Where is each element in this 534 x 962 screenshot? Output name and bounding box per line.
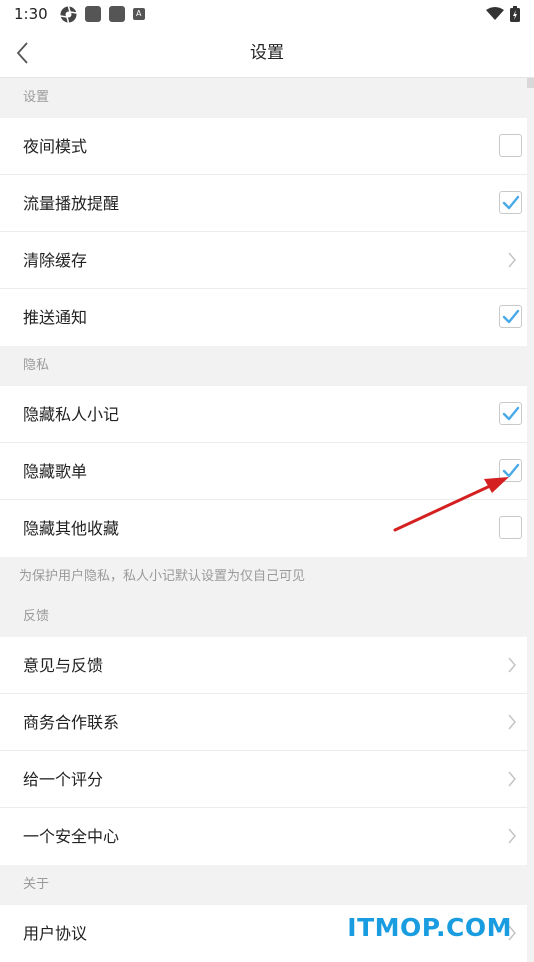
scrollbar[interactable] <box>527 78 534 950</box>
sync-icon <box>60 5 77 23</box>
row-label: 一个安全中心 <box>23 827 120 846</box>
scrollbar-thumb[interactable] <box>527 78 534 88</box>
row-label: 商务合作联系 <box>23 713 120 732</box>
row-label: 推送通知 <box>23 308 88 327</box>
settings-list: 设置 夜间模式 流量播放提醒 清除缓存 推送通知 隐私 隐藏私人小记 隐藏歌单 … <box>0 78 527 962</box>
row-hide-other-favorites[interactable]: 隐藏其他收藏 <box>0 500 527 557</box>
privacy-note: 为保护用户隐私，私人小记默认设置为仅自己可见 <box>0 557 527 597</box>
data-playback-alert-checkbox[interactable] <box>499 191 522 214</box>
row-label: 隐藏其他收藏 <box>23 519 120 538</box>
row-label: 隐藏私人小记 <box>23 405 120 424</box>
row-label: 夜间模式 <box>23 137 88 156</box>
a-notification-icon: A <box>132 8 145 20</box>
checkmark-icon <box>502 406 520 421</box>
row-label: 给一个评分 <box>23 770 104 789</box>
row-feedback[interactable]: 意见与反馈 <box>0 637 527 694</box>
row-rate-app[interactable]: 给一个评分 <box>0 751 527 808</box>
section-header-privacy: 隐私 <box>0 346 527 386</box>
status-bar: 1:30 A <box>0 0 534 28</box>
chevron-right-icon <box>508 828 516 844</box>
row-label: 流量播放提醒 <box>23 194 120 213</box>
app-notification-icon <box>108 6 125 22</box>
row-night-mode[interactable]: 夜间模式 <box>0 118 527 175</box>
row-hide-playlists[interactable]: 隐藏歌单 <box>0 443 527 500</box>
chevron-right-icon <box>508 771 516 787</box>
row-hide-private-notes[interactable]: 隐藏私人小记 <box>0 386 527 443</box>
row-label: 隐藏歌单 <box>23 462 88 481</box>
chevron-right-icon <box>508 252 516 268</box>
status-time: 1:30 <box>14 5 48 23</box>
chevron-right-icon <box>508 714 516 730</box>
chevron-right-icon <box>508 657 516 673</box>
checkmark-icon <box>502 463 520 478</box>
section-settings: 夜间模式 流量播放提醒 清除缓存 推送通知 <box>0 118 527 346</box>
app-notification-icon <box>84 6 101 22</box>
row-label: 用户协议 <box>23 924 88 943</box>
checkmark-icon <box>502 195 520 210</box>
wifi-icon <box>486 7 504 20</box>
night-mode-checkbox[interactable] <box>499 134 522 157</box>
hide-playlists-checkbox[interactable] <box>499 459 522 482</box>
hide-private-notes-checkbox[interactable] <box>499 402 522 425</box>
section-feedback: 意见与反馈 商务合作联系 给一个评分 一个安全中心 <box>0 637 527 865</box>
push-notification-checkbox[interactable] <box>499 305 522 328</box>
row-label: 清除缓存 <box>23 251 88 270</box>
status-notification-icons: A <box>60 5 145 23</box>
battery-icon <box>510 6 520 22</box>
app-header: 设置 <box>0 28 534 78</box>
section-header-settings: 设置 <box>0 78 527 118</box>
row-push-notification[interactable]: 推送通知 <box>0 289 527 346</box>
section-header-feedback: 反馈 <box>0 597 527 637</box>
watermark: ITMOP.COM <box>347 913 512 942</box>
row-security-center[interactable]: 一个安全中心 <box>0 808 527 865</box>
section-privacy: 隐藏私人小记 隐藏歌单 隐藏其他收藏 <box>0 386 527 557</box>
row-clear-cache[interactable]: 清除缓存 <box>0 232 527 289</box>
row-data-playback-alert[interactable]: 流量播放提醒 <box>0 175 527 232</box>
page-title: 设置 <box>250 43 284 63</box>
checkmark-icon <box>502 309 520 324</box>
status-system-icons <box>486 6 520 22</box>
hide-other-favorites-checkbox[interactable] <box>499 516 522 539</box>
section-header-about: 关于 <box>0 865 527 905</box>
row-business-contact[interactable]: 商务合作联系 <box>0 694 527 751</box>
row-label: 意见与反馈 <box>23 656 104 675</box>
